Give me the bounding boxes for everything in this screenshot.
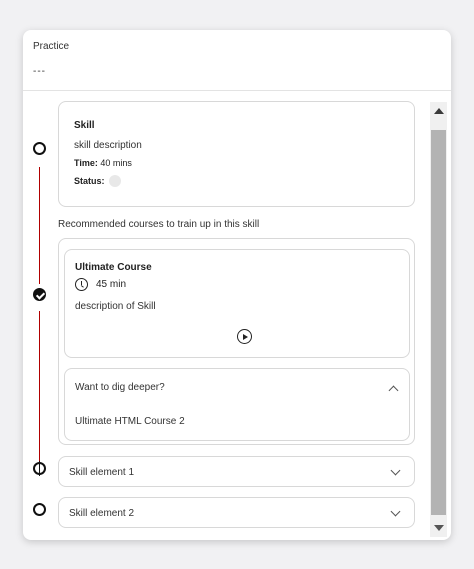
skill-time-label: Time: <box>74 158 98 168</box>
play-icon[interactable] <box>237 329 252 344</box>
clock-icon <box>75 278 88 291</box>
status-indicator-icon <box>109 175 121 187</box>
card-header: Practice --- <box>23 30 451 91</box>
course-duration: 45 min <box>96 279 127 290</box>
recommended-container: Ultimate Course 45 min description of Sk… <box>58 238 415 445</box>
skill-element-1-accordion[interactable]: Skill element 1 <box>58 456 415 487</box>
scroll-down-arrow-icon[interactable] <box>430 519 447 537</box>
skill-element-2-label: Skill element 2 <box>69 508 135 519</box>
chevron-down-icon[interactable] <box>390 465 401 476</box>
skill-time: Time: 40 mins <box>74 158 132 168</box>
course-title: Ultimate Course <box>75 262 152 273</box>
scroll-up-arrow-icon[interactable] <box>430 102 447 120</box>
dig-deeper-accordion: Want to dig deeper? Ultimate HTML Course… <box>64 368 410 441</box>
skill-status: Status: <box>74 176 105 186</box>
practice-card: Practice --- Skill skill description Tim… <box>23 30 451 540</box>
card-title: Practice <box>33 41 70 52</box>
card-subtitle: --- <box>33 66 46 77</box>
timeline-segment <box>39 311 40 463</box>
dig-deeper-title[interactable]: Want to dig deeper? <box>75 382 165 393</box>
chevron-up-icon[interactable] <box>388 385 399 396</box>
chevron-down-icon[interactable] <box>390 506 401 517</box>
skill-description: skill description <box>74 140 142 151</box>
skill-time-value: 40 mins <box>100 158 132 168</box>
scrollbar-thumb[interactable] <box>431 130 446 515</box>
skill-element-2-accordion[interactable]: Skill element 2 <box>58 497 415 528</box>
skill-title: Skill <box>74 120 95 131</box>
skill-element-1-label: Skill element 1 <box>69 467 135 478</box>
timeline-node-skill-element-2 <box>33 503 46 516</box>
timeline-node-course-complete-icon <box>33 288 46 301</box>
course-description: description of Skill <box>75 301 156 312</box>
dig-deeper-item[interactable]: Ultimate HTML Course 2 <box>75 416 185 427</box>
timeline-segment <box>39 167 40 284</box>
course-card[interactable]: Ultimate Course 45 min description of Sk… <box>64 249 410 358</box>
skill-card: Skill skill description Time: 40 mins St… <box>58 101 415 207</box>
timeline-node-skill-element-1 <box>33 461 46 476</box>
vertical-scrollbar[interactable] <box>430 102 447 537</box>
timeline-node-skill <box>33 142 46 155</box>
recommended-heading: Recommended courses to train up in this … <box>58 219 260 230</box>
skill-status-label: Status: <box>74 176 105 186</box>
